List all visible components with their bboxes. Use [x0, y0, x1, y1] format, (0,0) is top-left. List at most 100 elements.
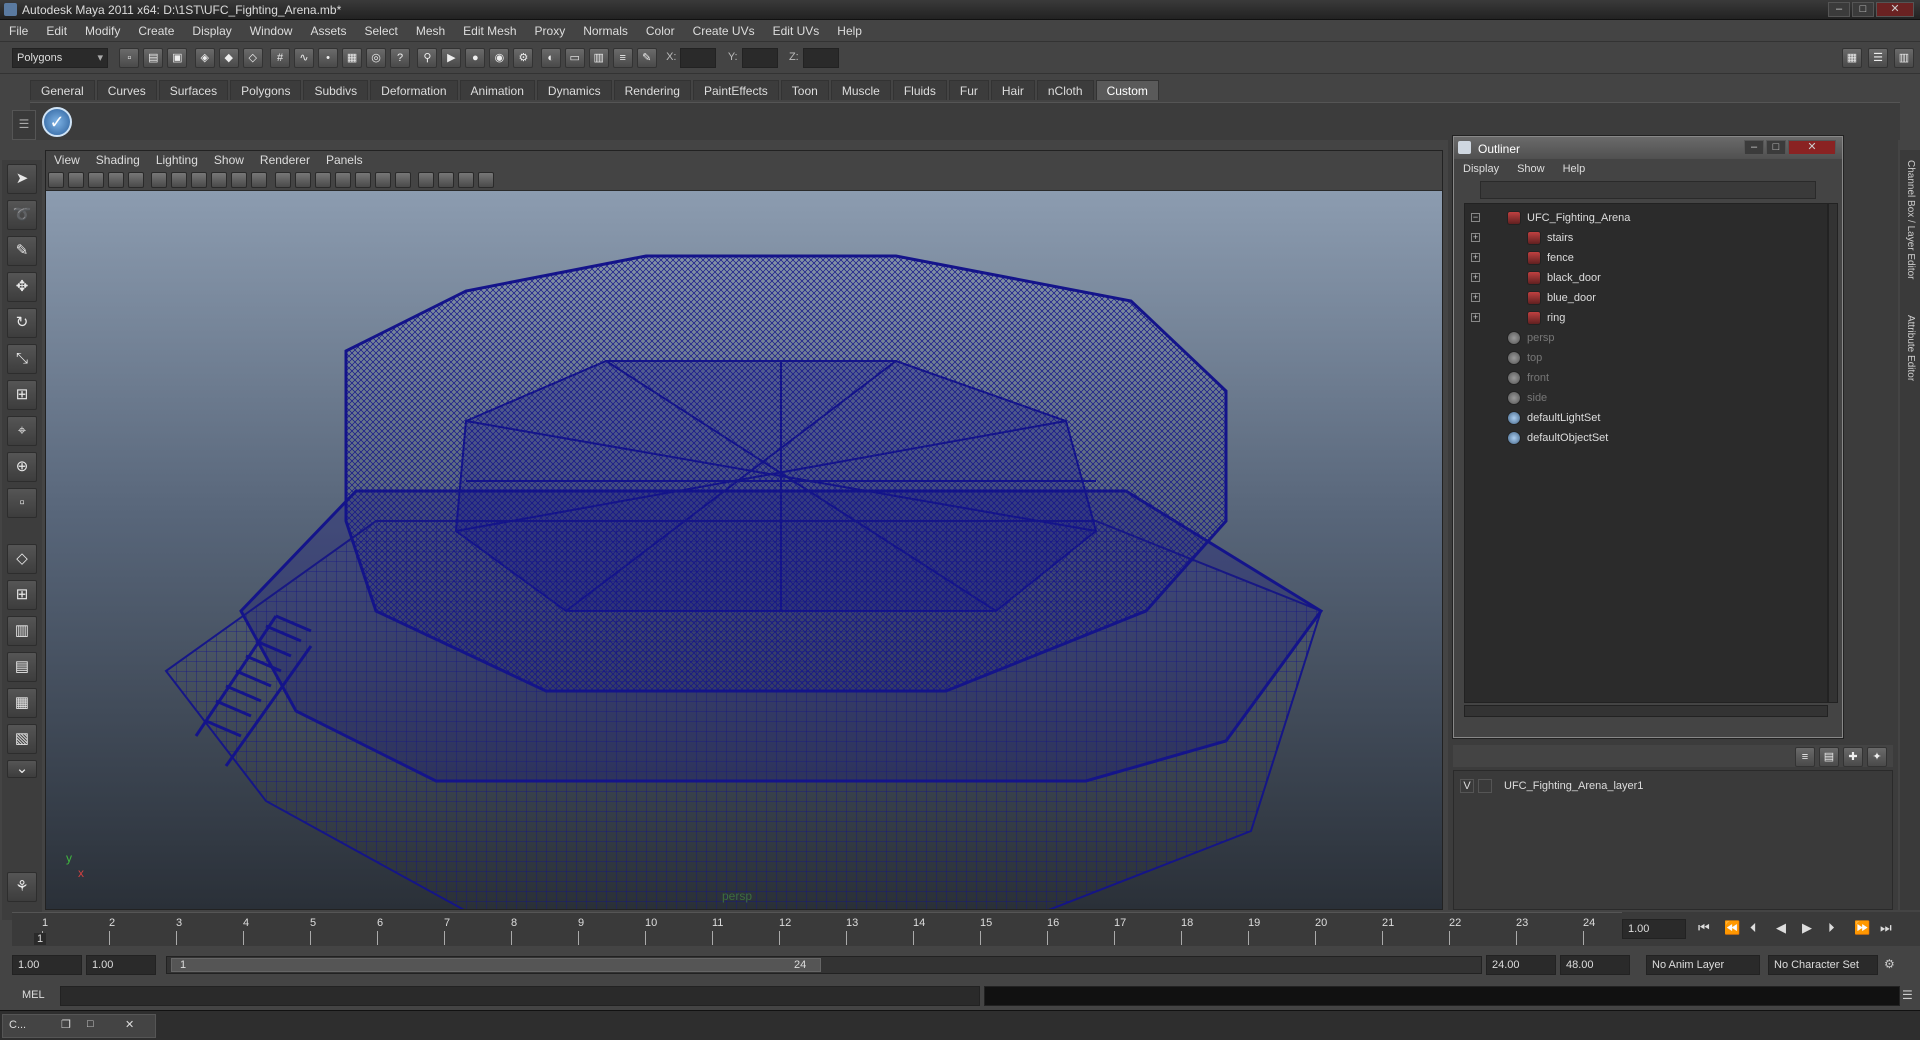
shelf-tab-fluids[interactable]: Fluids: [892, 80, 947, 100]
panel-layout-icon[interactable]: ▦: [1842, 48, 1862, 68]
outliner-item[interactable]: + black_door: [1465, 268, 1805, 288]
outliner-item[interactable]: − UFC_Fighting_Arena: [1465, 208, 1805, 228]
menu-help[interactable]: Help: [828, 20, 871, 42]
shelf-tab-dynamics[interactable]: Dynamics: [536, 80, 612, 100]
outliner-item[interactable]: persp: [1465, 328, 1805, 348]
paint-select-tool-icon[interactable]: ✎: [7, 236, 37, 266]
hypershade-layout-icon[interactable]: ▦: [7, 688, 37, 718]
field-chart-icon[interactable]: [211, 172, 228, 188]
go-to-start-icon[interactable]: ⏮: [1698, 920, 1710, 936]
outliner-item[interactable]: + fence: [1465, 248, 1805, 268]
menu-window[interactable]: Window: [241, 20, 302, 42]
play-backwards-icon[interactable]: ◀: [1776, 920, 1786, 936]
select-object-icon[interactable]: ◆: [218, 48, 239, 68]
close-button[interactable]: ✕: [1876, 2, 1914, 17]
grid-toggle-icon[interactable]: [128, 172, 144, 188]
outliner-item[interactable]: + ring: [1465, 308, 1805, 328]
snap-grid-icon[interactable]: #: [270, 48, 291, 68]
expand-toggle-icon[interactable]: +: [1471, 293, 1480, 302]
minimize-button[interactable]: –: [1828, 2, 1850, 17]
viewport-menu-renderer[interactable]: Renderer: [252, 151, 318, 169]
y-field[interactable]: [741, 48, 778, 68]
shelf-tab-subdivs[interactable]: Subdivs: [303, 80, 369, 100]
menu-color[interactable]: Color: [637, 20, 684, 42]
step-forward-icon[interactable]: ⏩: [1854, 920, 1870, 936]
viewport-menu-lighting[interactable]: Lighting: [148, 151, 206, 169]
outliner-item[interactable]: defaultLightSet: [1465, 408, 1805, 428]
menu-file[interactable]: File: [0, 20, 37, 42]
wireframe-icon[interactable]: [274, 172, 291, 188]
outliner-vscrollbar[interactable]: [1828, 203, 1838, 703]
outliner-item[interactable]: front: [1465, 368, 1805, 388]
maximize-icon[interactable]: □: [87, 1018, 94, 1030]
animation-prefs-icon[interactable]: ⚙: [1884, 957, 1895, 971]
new-layer-selected-icon[interactable]: ✚: [1843, 747, 1863, 767]
step-forward-key-icon[interactable]: ⏵: [1828, 920, 1835, 936]
safe-action-icon[interactable]: [231, 172, 248, 188]
mel-label[interactable]: MEL: [22, 989, 45, 1001]
outliner-filter-field[interactable]: [1480, 181, 1816, 199]
expand-toggle-icon[interactable]: +: [1471, 313, 1480, 322]
outliner-menu-help[interactable]: Help: [1554, 161, 1595, 177]
save-scene-icon[interactable]: ▣: [167, 48, 188, 68]
select-tool-icon[interactable]: ➤: [7, 164, 37, 194]
script-editor-icon[interactable]: ☰: [1902, 988, 1913, 1002]
snap-curve-icon[interactable]: ∿: [294, 48, 315, 68]
menu-create-uvs[interactable]: Create UVs: [684, 20, 764, 42]
shadows-icon[interactable]: [374, 172, 391, 188]
layer-visibility-toggle[interactable]: V: [1460, 779, 1474, 793]
viewport-menu-view[interactable]: View: [46, 151, 88, 169]
menu-edit[interactable]: Edit: [37, 20, 76, 42]
select-camera-icon[interactable]: [48, 172, 64, 188]
outliner-menu-show[interactable]: Show: [1508, 161, 1554, 177]
toolbox-more-icon[interactable]: ⌄: [7, 760, 37, 778]
time-slider[interactable]: 1 2 3 4 5 6 7 8 9 10 11 12 13 14 15 16 17 18 19 20 21 22 23 24 1: [12, 912, 1622, 946]
show-channel-box-icon[interactable]: ▥: [588, 48, 609, 68]
high-quality-icon[interactable]: [394, 172, 411, 188]
minimized-window[interactable]: C... ❐ □ ✕: [2, 1014, 156, 1038]
maximize-button[interactable]: □: [1852, 2, 1874, 17]
outliner-item[interactable]: side: [1465, 388, 1805, 408]
playback-start-field[interactable]: 1.00: [86, 955, 156, 975]
move-tool-icon[interactable]: ✥: [7, 272, 37, 302]
persp-graph-layout-icon[interactable]: ▤: [7, 652, 37, 682]
layer-row[interactable]: V UFC_Fighting_Arena_layer1: [1460, 777, 1880, 795]
backface-icon[interactable]: [478, 172, 495, 188]
expand-toggle-icon[interactable]: +: [1471, 233, 1480, 242]
shelf-tab-ncloth[interactable]: nCloth: [1036, 80, 1094, 100]
menu-assets[interactable]: Assets: [301, 20, 355, 42]
resolution-gate-icon[interactable]: [171, 172, 188, 188]
shelf-tab-custom[interactable]: Custom: [1095, 80, 1159, 100]
shelf-tab-polygons[interactable]: Polygons: [230, 80, 302, 100]
safe-title-icon[interactable]: [251, 172, 268, 188]
image-plane-icon[interactable]: [108, 172, 124, 188]
hypershade-icon[interactable]: ◐: [540, 48, 561, 68]
outliner-item[interactable]: top: [1465, 348, 1805, 368]
four-view-layout-icon[interactable]: ⊞: [7, 580, 37, 610]
universal-manipulator-icon[interactable]: ⊞: [7, 380, 37, 410]
scale-tool-icon[interactable]: ⤡: [7, 344, 37, 374]
single-perspective-layout-icon[interactable]: ◇: [7, 544, 37, 574]
z-field[interactable]: [802, 48, 839, 68]
lasso-tool-icon[interactable]: ➰: [7, 200, 37, 230]
new-layer-icon[interactable]: ≡: [1795, 747, 1815, 767]
outliner-hscrollbar[interactable]: [1464, 705, 1828, 717]
new-scene-icon[interactable]: ▫: [119, 48, 140, 68]
lock-icon[interactable]: ⚲: [417, 48, 438, 68]
custom-shelf-check-icon[interactable]: ✓: [42, 107, 72, 137]
render-current-icon[interactable]: ●: [465, 48, 486, 68]
menu-set-dropdown[interactable]: Polygons: [12, 48, 108, 68]
outliner-item[interactable]: + blue_door: [1465, 288, 1805, 308]
isolate-select-icon[interactable]: [418, 172, 435, 188]
range-slider-handle[interactable]: 1 24: [171, 958, 821, 972]
lights-icon[interactable]: [354, 172, 371, 188]
select-hierarchy-icon[interactable]: ◈: [194, 48, 215, 68]
snap-surface-icon[interactable]: ◎: [366, 48, 387, 68]
restore-icon[interactable]: ❐: [61, 1018, 71, 1031]
current-time-field[interactable]: 1.00: [1622, 919, 1686, 939]
anim-layer-dropdown[interactable]: No Anim Layer: [1646, 955, 1760, 975]
shelf-tab-rendering[interactable]: Rendering: [613, 80, 691, 100]
show-manipulator-icon[interactable]: ⊕: [7, 452, 37, 482]
camera-attributes-icon[interactable]: [68, 172, 84, 188]
menu-modify[interactable]: Modify: [76, 20, 129, 42]
